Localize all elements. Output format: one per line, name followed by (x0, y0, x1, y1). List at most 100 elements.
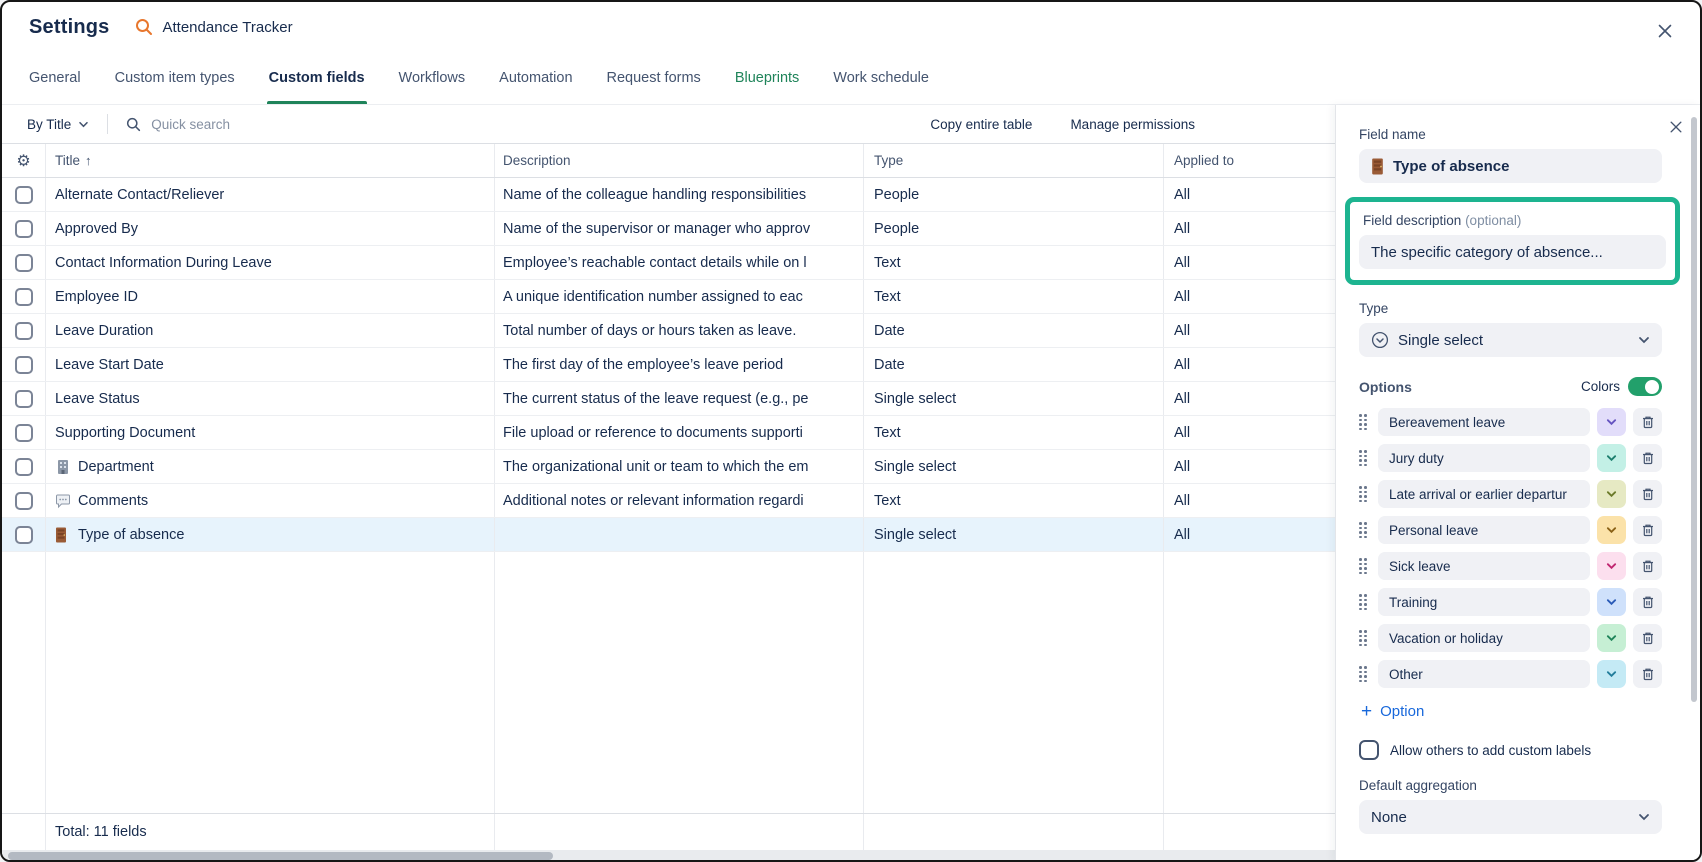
type-select-value: Single select (1398, 332, 1638, 349)
horizontal-scrollbar-thumb[interactable] (8, 852, 553, 860)
tab-custom-fields[interactable]: Custom fields (269, 52, 365, 104)
option-input[interactable]: Sick leave (1378, 552, 1590, 580)
column-header-title[interactable]: Title ↑ (46, 144, 495, 177)
default-aggregation-label: Default aggregation (1359, 778, 1662, 793)
building-icon (55, 459, 71, 475)
tab-custom-item-types[interactable]: Custom item types (115, 52, 235, 104)
column-settings-button[interactable]: ⚙ (2, 144, 46, 177)
allow-custom-labels-checkbox[interactable] (1359, 740, 1379, 760)
trash-icon[interactable] (1633, 660, 1662, 688)
drag-handle-icon[interactable] (1359, 630, 1369, 646)
option-input[interactable]: Late arrival or earlier departur (1378, 480, 1590, 508)
copy-entire-table-button[interactable]: Copy entire table (930, 117, 1032, 132)
column-header-description[interactable]: Description (495, 144, 864, 177)
row-checkbox[interactable] (15, 322, 33, 340)
trash-icon[interactable] (1633, 624, 1662, 652)
option-input[interactable]: Personal leave (1378, 516, 1590, 544)
sort-by-dropdown[interactable]: By Title (27, 117, 89, 132)
option-row: Late arrival or earlier departur (1359, 480, 1662, 508)
tab-automation[interactable]: Automation (499, 52, 572, 104)
option-input[interactable]: Jury duty (1378, 444, 1590, 472)
table-row[interactable]: Department The organizational unit or te… (2, 450, 1335, 484)
table-row[interactable]: Leave Status The current status of the l… (2, 382, 1335, 416)
table-toolbar: By Title Copy entire table Manage permis… (2, 105, 1335, 143)
trash-icon[interactable] (1633, 516, 1662, 544)
chevron-down-icon (1638, 336, 1650, 344)
search-value: Attendance Tracker (163, 19, 293, 36)
drag-handle-icon[interactable] (1359, 414, 1369, 430)
row-checkbox[interactable] (15, 186, 33, 204)
row-checkbox[interactable] (15, 526, 33, 544)
table-row[interactable]: Leave Duration Total number of days or h… (2, 314, 1335, 348)
table-row-selected[interactable]: Type of absence Single select All (2, 518, 1335, 552)
row-checkbox[interactable] (15, 356, 33, 374)
option-color-button[interactable] (1597, 516, 1626, 544)
table-row[interactable]: Supporting Document File upload or refer… (2, 416, 1335, 450)
table-row[interactable]: Alternate Contact/Reliever Name of the c… (2, 178, 1335, 212)
row-checkbox[interactable] (15, 288, 33, 306)
option-input[interactable]: Vacation or holiday (1378, 624, 1590, 652)
option-color-button[interactable] (1597, 552, 1626, 580)
field-name-value: Type of absence (1393, 158, 1509, 175)
header-search[interactable]: Attendance Tracker (135, 18, 293, 36)
trash-icon[interactable] (1633, 588, 1662, 616)
option-input[interactable]: Bereavement leave (1378, 408, 1590, 436)
option-color-button[interactable] (1597, 480, 1626, 508)
manage-permissions-button[interactable]: Manage permissions (1070, 117, 1195, 132)
tab-request-forms[interactable]: Request forms (607, 52, 701, 104)
row-checkbox[interactable] (15, 424, 33, 442)
drag-handle-icon[interactable] (1359, 594, 1369, 610)
drag-handle-icon[interactable] (1359, 486, 1369, 502)
table-row[interactable]: Approved By Name of the supervisor or ma… (2, 212, 1335, 246)
colors-toggle[interactable] (1628, 377, 1662, 396)
tab-workflows[interactable]: Workflows (399, 52, 466, 104)
single-select-icon (1371, 331, 1389, 349)
trash-icon[interactable] (1633, 480, 1662, 508)
table-footer: Total: 11 fields (2, 813, 1335, 850)
row-checkbox[interactable] (15, 390, 33, 408)
drag-handle-icon[interactable] (1359, 666, 1369, 682)
option-row: Other (1359, 660, 1662, 688)
add-option-button[interactable]: + Option (1361, 702, 1662, 721)
table-row[interactable]: Leave Start Date The first day of the em… (2, 348, 1335, 382)
plus-icon: + (1361, 702, 1372, 721)
total-fields-count: Total: 11 fields (46, 814, 495, 850)
option-row: Sick leave (1359, 552, 1662, 580)
table-row[interactable]: Comments Additional notes or relevant in… (2, 484, 1335, 518)
field-name-input[interactable]: Type of absence (1359, 149, 1662, 183)
drag-handle-icon[interactable] (1359, 450, 1369, 466)
option-color-button[interactable] (1597, 408, 1626, 436)
drag-handle-icon[interactable] (1359, 558, 1369, 574)
table-row[interactable]: Contact Information During Leave Employe… (2, 246, 1335, 280)
option-input[interactable]: Training (1378, 588, 1590, 616)
trash-icon[interactable] (1633, 444, 1662, 472)
option-color-button[interactable] (1597, 444, 1626, 472)
column-header-type[interactable]: Type (864, 144, 1164, 177)
close-icon[interactable] (1654, 20, 1676, 42)
field-description-input[interactable]: The specific category of absence... (1359, 235, 1666, 269)
option-color-button[interactable] (1597, 660, 1626, 688)
horizontal-scrollbar[interactable] (2, 850, 1335, 862)
row-checkbox[interactable] (15, 492, 33, 510)
type-select[interactable]: Single select (1359, 323, 1662, 357)
option-color-button[interactable] (1597, 588, 1626, 616)
row-checkbox[interactable] (15, 458, 33, 476)
settings-window: Settings Attendance Tracker General Cust… (0, 0, 1702, 862)
trash-icon[interactable] (1633, 552, 1662, 580)
column-header-applied-to[interactable]: Applied to (1164, 144, 1335, 177)
quick-search-input[interactable] (151, 117, 371, 132)
panel-scrollbar-thumb[interactable] (1691, 117, 1697, 702)
trash-icon[interactable] (1633, 408, 1662, 436)
table-row[interactable]: Employee ID A unique identification numb… (2, 280, 1335, 314)
close-icon[interactable] (1666, 117, 1686, 137)
tab-blueprints[interactable]: Blueprints (735, 52, 799, 104)
option-color-button[interactable] (1597, 624, 1626, 652)
drag-handle-icon[interactable] (1359, 522, 1369, 538)
tab-work-schedule[interactable]: Work schedule (833, 52, 929, 104)
tab-general[interactable]: General (29, 52, 81, 104)
row-checkbox[interactable] (15, 254, 33, 272)
default-aggregation-select[interactable]: None (1359, 800, 1662, 834)
chevron-down-icon (1638, 813, 1650, 821)
option-input[interactable]: Other (1378, 660, 1590, 688)
row-checkbox[interactable] (15, 220, 33, 238)
